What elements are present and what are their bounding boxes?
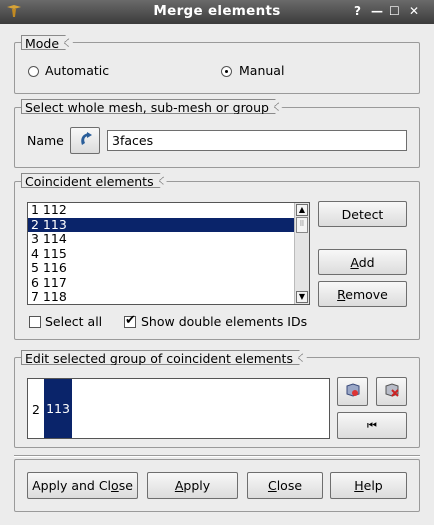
remove-button[interactable]: Remove: [318, 281, 407, 307]
coincident-list[interactable]: 1 1122 1133 1144 1155 1166 1177 1188 119…: [27, 202, 310, 305]
show-ids-checkbox[interactable]: [124, 313, 136, 329]
apply-and-close-button[interactable]: Apply and Close: [27, 472, 138, 499]
remove-element-button[interactable]: [376, 377, 407, 406]
remove-button-label: Remove: [337, 287, 388, 302]
manual-radio[interactable]: [221, 66, 232, 77]
apply-close-mnemonic: o: [111, 478, 119, 493]
help-mnemonic: H: [354, 478, 364, 493]
title-bar[interactable]: Merge elements ? — ☐ ✕: [0, 0, 434, 24]
help-button[interactable]: Help: [330, 472, 407, 499]
rewind-icon: ⏮: [367, 418, 377, 432]
show-ids-label: Show double elements IDs: [141, 314, 308, 329]
rewind-button[interactable]: ⏮: [337, 412, 407, 439]
close-suffix: lose: [276, 478, 303, 493]
select-all-label: Select all: [45, 314, 103, 329]
help-label: Help: [354, 478, 383, 493]
select-mesh-button[interactable]: [70, 127, 100, 154]
list-item[interactable]: 1 112: [28, 203, 309, 218]
scroll-up-icon[interactable]: ▲: [296, 204, 308, 216]
list-item[interactable]: 3 114: [28, 231, 309, 247]
list-item[interactable]: 4 115: [28, 246, 309, 262]
add-mnemonic: A: [350, 254, 359, 270]
list-item[interactable]: 2 113: [28, 217, 309, 232]
detect-button[interactable]: Detect: [318, 201, 407, 227]
apply-close-suffix: se: [118, 478, 133, 493]
help-suffix: elp: [363, 478, 383, 493]
apply-and-close-label: Apply and Close: [32, 478, 133, 493]
window-title: Merge elements: [153, 3, 281, 19]
element-remove-icon: [383, 382, 401, 401]
select-all-checkbox[interactable]: [29, 316, 41, 328]
close-icon[interactable]: ✕: [409, 4, 419, 18]
maximize-icon[interactable]: ☐: [389, 4, 400, 18]
help-title-icon[interactable]: ?: [354, 4, 361, 18]
apply-suffix: pply: [183, 478, 211, 493]
manual-label: Manual: [239, 63, 285, 78]
add-button[interactable]: Add: [318, 249, 407, 275]
remove-label-rest: emove: [345, 286, 388, 302]
automatic-radio[interactable]: [28, 66, 39, 77]
separator: [14, 455, 420, 457]
mode-group-title: Mode: [21, 35, 73, 50]
list-item[interactable]: 6 117: [28, 275, 309, 291]
list-item[interactable]: 5 116: [28, 260, 309, 276]
selection-arrow-icon: [77, 131, 93, 150]
close-mnemonic: C: [267, 478, 277, 493]
list-item[interactable]: 7 118: [28, 289, 309, 304]
group-row-label: 2: [32, 402, 40, 417]
apply-close-prefix: Apply and Cl: [32, 478, 112, 493]
group-elements-list[interactable]: 2 113: [27, 378, 330, 439]
add-button-label: Add: [350, 255, 374, 270]
selection-group-title: Select whole mesh, sub-mesh or group: [21, 99, 283, 114]
close-label: Close: [268, 478, 302, 493]
close-button[interactable]: Close: [247, 472, 323, 499]
automatic-label: Automatic: [45, 63, 110, 78]
set-main-element-button[interactable]: [337, 377, 368, 406]
scroll-down-icon[interactable]: ▼: [296, 291, 308, 303]
minimize-icon[interactable]: —: [371, 4, 383, 18]
apply-button[interactable]: Apply: [147, 472, 238, 499]
list-scrollbar[interactable]: ▲ ⠿ ▼: [294, 203, 309, 304]
apply-label: Apply: [175, 478, 210, 493]
edit-group-title: Edit selected group of coincident elemen…: [21, 350, 307, 365]
add-label-rest: dd: [358, 254, 375, 270]
coincident-group-title: Coincident elements: [21, 173, 168, 188]
name-label: Name: [27, 133, 64, 148]
element-add-icon: [344, 382, 362, 401]
scroll-thumb[interactable]: ⠿: [296, 217, 308, 233]
group-element-selected[interactable]: 113: [44, 379, 72, 438]
list-item[interactable]: 8 119: [31, 304, 67, 305]
name-field[interactable]: 3faces: [107, 130, 407, 151]
